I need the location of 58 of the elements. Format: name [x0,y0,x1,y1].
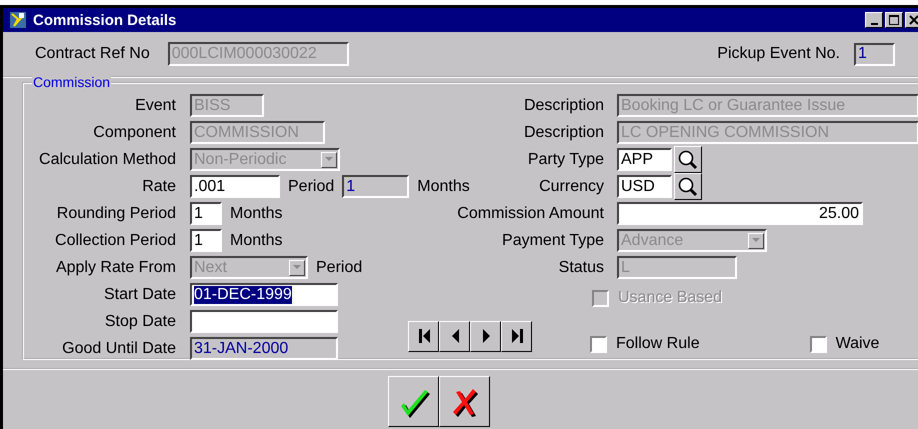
app-icon [9,11,27,29]
input-field[interactable]: 1 [190,229,222,252]
field-label: Commission Amount [457,204,604,222]
field-label: Contract Ref No [35,45,150,63]
maximize-button[interactable] [885,12,903,28]
input-field[interactable]: USD [617,175,672,198]
field-label: Status [558,258,604,276]
minimize-icon [870,22,878,24]
field-label: Collection Period [55,232,176,250]
field-label: Event [135,96,176,114]
readonly-field: 1 [342,175,410,198]
input-field[interactable] [190,310,338,333]
field-label: Apply Rate From [56,258,176,276]
group-legend: Commission [32,74,112,90]
search-icon [677,148,699,170]
unit-label: Months [230,204,282,222]
field-label: Start Date [104,286,176,304]
ok-button[interactable] [388,376,439,427]
field-label: Calculation Method [39,150,176,168]
field-label: Rounding Period [56,204,176,222]
field-label: Description [524,124,604,142]
maximize-icon [889,15,899,25]
field-label: Rate [142,178,176,196]
nav-button[interactable] [470,320,501,352]
checkbox[interactable]: Waive [810,335,880,353]
field-label: Good Until Date [62,340,176,358]
input-field[interactable]: APP [617,148,672,171]
nav-button[interactable] [439,320,470,352]
search-icon [677,176,699,198]
minimize-button[interactable] [865,12,883,28]
nav-button[interactable] [501,320,532,352]
cancel-button[interactable] [439,376,490,427]
field-label: Stop Date [104,312,176,330]
field-label: Component [93,124,176,142]
unit-label: Period [288,178,334,196]
field-label: Pickup Event No. [717,45,840,63]
unit-label: Months [230,232,282,250]
input-field[interactable]: 1 [190,202,222,225]
field-label: Currency [539,178,604,196]
nav-button[interactable] [408,320,439,352]
lookup-button[interactable] [674,146,702,173]
field-label: Description [524,96,604,114]
input-field[interactable]: 01-DEC-1999 [190,283,338,306]
readonly-field: 31-JAN-2000 [190,337,338,360]
readonly-field: 1 [854,42,895,66]
field-label: Payment Type [502,232,604,250]
unit-label: Months [417,178,470,196]
first-record-icon [416,328,430,344]
close-button[interactable] [905,12,918,28]
checkbox[interactable]: Follow Rule [590,335,700,353]
unit-label: Period [316,258,362,276]
last-record-icon [510,328,524,344]
window-title: Commission Details [33,12,176,28]
close-icon [909,15,918,25]
lookup-button[interactable] [674,173,702,200]
field-label: Party Type [528,150,604,168]
amount-field[interactable]: 25.00 [617,202,863,225]
input-field[interactable]: .001 [190,175,280,198]
